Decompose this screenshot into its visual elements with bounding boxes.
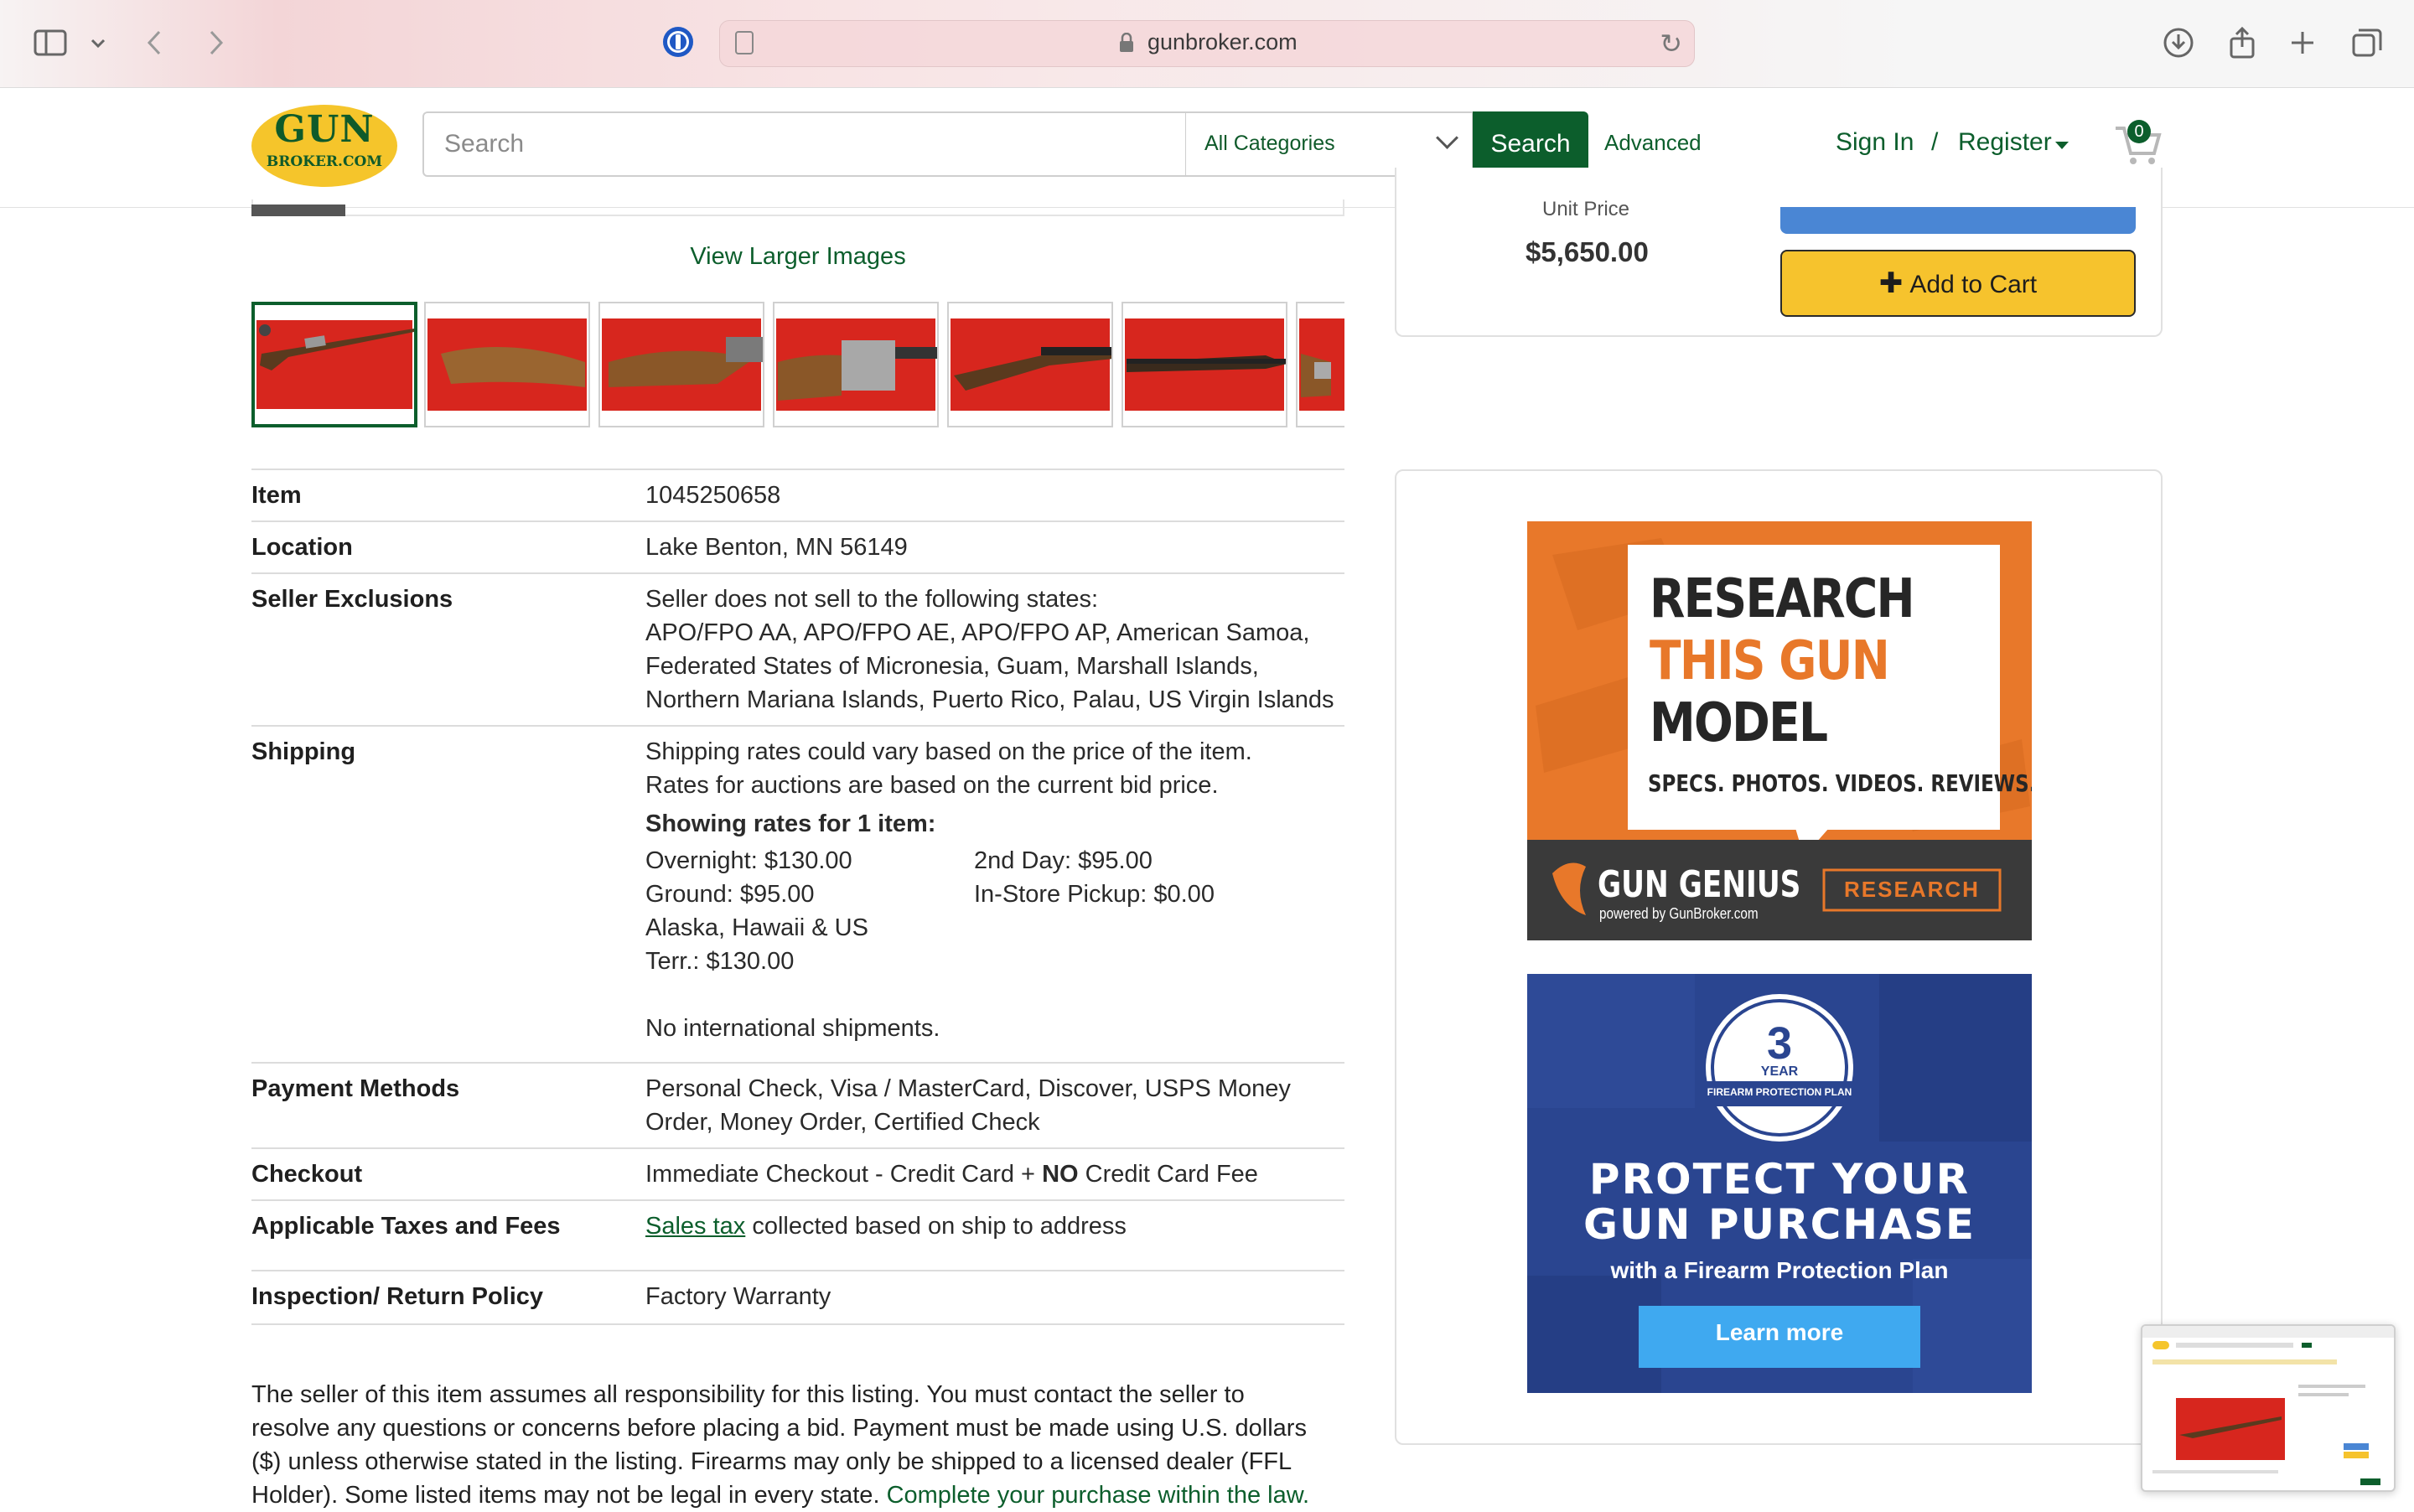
forward-icon[interactable] [194, 22, 236, 64]
downloads-icon[interactable] [2158, 22, 2199, 64]
address-bar[interactable]: gunbroker.com ↻ [719, 20, 1695, 67]
lock-icon [1120, 33, 1133, 52]
chevron-down-icon [1436, 127, 1458, 149]
account-separator: / [1931, 128, 1939, 156]
thumbnail-3[interactable] [598, 302, 764, 427]
view-larger-images-link[interactable]: View Larger Images [251, 243, 1344, 271]
thumbnail-strip [251, 302, 1344, 427]
detail-label: Location [251, 534, 353, 561]
ad-research-line3: MODEL [1650, 692, 1828, 754]
learn-more-button[interactable]: Learn more [1639, 1319, 1920, 1346]
buy-now-button[interactable] [1780, 207, 2136, 234]
exclusions-value: Seller does not sell to the following st… [645, 586, 1334, 713]
shipping-rates-right: 2nd Day: $95.00 In-Store Pickup: $0.00 [974, 847, 1215, 908]
ad-protect-line1: PROTECT YOUR [1588, 1155, 1971, 1204]
ad-research-tagline: SPECS. PHOTOS. VIDEOS. REVIEWS. [1648, 769, 2032, 797]
taxes-value: Sales tax collected based on ship to add… [645, 1213, 1127, 1240]
detail-row-location: Location Lake Benton, MN 56149 [251, 520, 1344, 572]
unit-price-label: Unit Price [1542, 198, 1630, 220]
plus-icon: ✚ [1878, 267, 1904, 299]
detail-row-checkout: Checkout Immediate Checkout - Credit Car… [251, 1147, 1344, 1199]
new-tab-icon[interactable] [2282, 22, 2323, 64]
detail-row-payment: Payment Methods Personal Check, Visa / M… [251, 1062, 1344, 1147]
main-image-indicator [251, 205, 345, 216]
research-gun-ad[interactable]: RESEARCH THIS GUN MODEL SPECS. PHOTOS. V… [1527, 521, 2032, 940]
detail-row-exclusions: Seller Exclusions Seller does not sell t… [251, 572, 1344, 725]
chevron-down-icon[interactable] [77, 22, 119, 64]
add-to-cart-button[interactable]: ✚ Add to Cart [1780, 250, 2136, 317]
shipping-notes: Shipping rates could vary based on the p… [645, 738, 1252, 799]
page-icon[interactable] [735, 31, 754, 54]
detail-label: Shipping [251, 738, 356, 765]
detail-row-taxes: Applicable Taxes and Fees Sales tax coll… [251, 1199, 1344, 1270]
location-value: Lake Benton, MN 56149 [645, 534, 908, 561]
detail-row-returns: Inspection/ Return Policy Factory Warran… [251, 1270, 1344, 1325]
tab-overview-icon[interactable] [2345, 22, 2387, 64]
seller-disclaimer: The seller of this item assumes all resp… [251, 1381, 1310, 1509]
search-input[interactable]: Search [422, 111, 1187, 177]
protection-plan-ad[interactable]: 3 YEAR FIREARM PROTECTION PLAN PROTECT Y… [1527, 974, 2032, 1393]
purchase-within-law-link[interactable]: Complete your purchase within the law. [887, 1482, 1310, 1509]
ad-research-line2: THIS GUN [1650, 630, 1890, 692]
detail-row-item: Item 1045250658 [251, 469, 1344, 520]
sign-in-link[interactable]: Sign In [1836, 128, 1914, 157]
detail-label: Inspection/ Return Policy [251, 1283, 544, 1310]
ad-powered-by: powered by GunBroker.com [1599, 905, 1759, 922]
search-placeholder: Search [444, 130, 525, 158]
gunbroker-logo[interactable]: GUN BROKER.COM [251, 105, 397, 187]
ad-research-button[interactable]: RESEARCH [1824, 877, 2000, 903]
detail-label: Payment Methods [251, 1075, 460, 1102]
thumbnail-5[interactable] [947, 302, 1113, 427]
thumbnail-4[interactable] [773, 302, 939, 427]
share-icon[interactable] [2221, 22, 2263, 64]
password-manager-icon[interactable] [663, 27, 693, 57]
reload-icon[interactable]: ↻ [1660, 28, 1682, 60]
detail-label: Seller Exclusions [251, 586, 453, 613]
detail-label: Item [251, 482, 302, 509]
ad-protect-sub: with a Firearm Protection Plan [1610, 1257, 1949, 1283]
return-policy-value: Factory Warranty [645, 1283, 831, 1310]
detail-label: Checkout [251, 1161, 363, 1188]
unit-price-value: $5,650.00 [1526, 236, 1649, 267]
browser-toolbar: gunbroker.com ↻ [0, 0, 2414, 88]
payment-methods-value: Personal Check, Visa / MasterCard, Disco… [645, 1075, 1291, 1136]
back-icon[interactable] [134, 22, 176, 64]
thumbnail-1[interactable] [251, 302, 417, 427]
shipping-rates-heading: Showing rates for 1 item: [645, 810, 936, 837]
item-details-table: Item 1045250658 Location Lake Benton, MN… [251, 469, 1344, 1325]
international-note: No international shipments. [645, 1015, 940, 1042]
checkout-value: Immediate Checkout - Credit Card + NO Cr… [645, 1161, 1258, 1188]
sales-tax-link[interactable]: Sales tax [645, 1213, 745, 1240]
badge-text: FIREARM PROTECTION PLAN [1707, 1086, 1852, 1098]
item-number: 1045250658 [645, 482, 781, 509]
badge-year: YEAR [1760, 1064, 1799, 1079]
url-domain: gunbroker.com [1147, 29, 1298, 54]
advanced-search-link[interactable]: Advanced [1604, 130, 1702, 156]
thumbnail-6[interactable] [1122, 302, 1287, 427]
ad-protect-line2: GUN PURCHASE [1583, 1200, 1976, 1249]
shipping-rates-left: Overnight: $130.00 Ground: $95.00 Alaska… [645, 847, 868, 975]
cart-count-badge[interactable]: 0 [2127, 120, 2151, 143]
sidebar-toggle-icon[interactable] [30, 22, 72, 64]
thumbnail-7[interactable] [1296, 302, 1344, 427]
category-select-value: All Categories [1204, 132, 1335, 155]
page-snapshot-thumbnail[interactable] [2141, 1324, 2396, 1492]
thumbnail-2[interactable] [424, 302, 590, 427]
caret-down-icon[interactable] [2055, 142, 2069, 149]
ad-gun-genius-brand: GUN GENIUS [1598, 863, 1801, 906]
badge-number: 3 [1766, 1018, 1793, 1069]
ad-research-line1: RESEARCH [1650, 568, 1915, 630]
detail-label: Applicable Taxes and Fees [251, 1213, 561, 1240]
detail-row-shipping: Shipping Shipping rates could vary based… [251, 725, 1344, 1062]
snapshot-image [2142, 1326, 2394, 1485]
main-image-frame [251, 199, 1344, 216]
register-link[interactable]: Register [1958, 128, 2052, 157]
